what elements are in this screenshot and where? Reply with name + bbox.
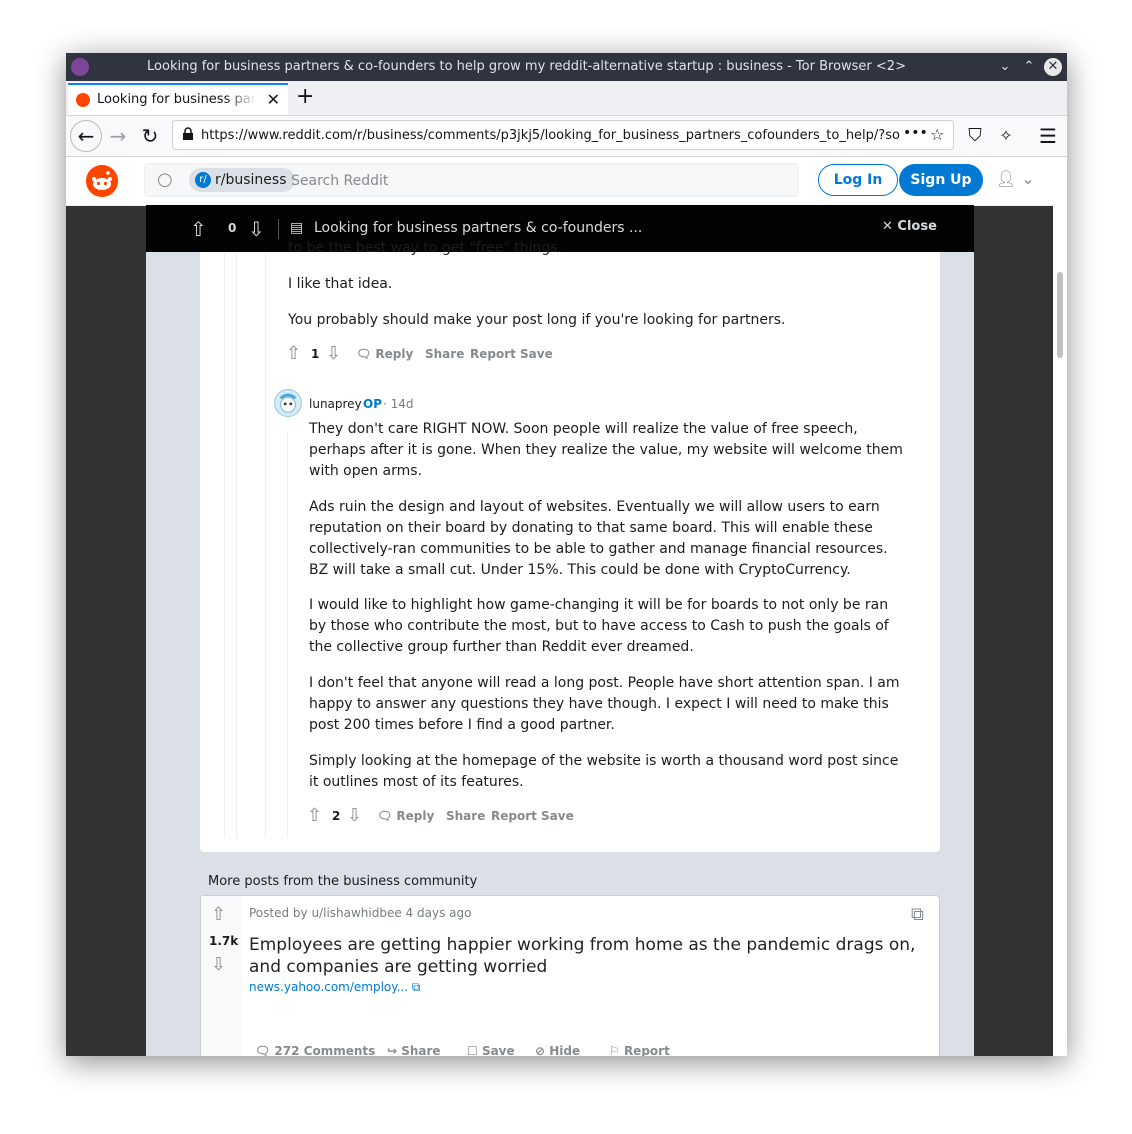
comment-cut-line: to be the best way to get "free" things. (288, 240, 563, 256)
save-button[interactable]: Save (541, 809, 574, 823)
search-box[interactable]: ○ r/ r/business Search Reddit (144, 163, 799, 197)
post-vote-count: 1.7k (209, 934, 239, 948)
comment-paragraph: Ads ruin the design and layout of websit… (309, 499, 888, 578)
share-button[interactable]: ↪ Share (387, 1044, 441, 1056)
post-text-icon: ▤ (290, 220, 304, 236)
downvote-icon[interactable]: ⇩ (347, 805, 362, 826)
community-icon: r/ (195, 172, 211, 188)
avatar[interactable] (274, 389, 302, 417)
comment-paragraph: You probably should make your post long … (288, 312, 786, 328)
recommended-post-title[interactable]: Employees are getting happier working fr… (249, 934, 929, 978)
save-button[interactable]: Save (520, 347, 553, 361)
thread-line[interactable] (287, 432, 288, 838)
report-button[interactable]: Report (491, 809, 537, 823)
downvote-icon[interactable]: ⇩ (248, 217, 265, 241)
forward-arrow-icon[interactable]: → (102, 120, 134, 152)
lock-icon (183, 127, 193, 140)
reddit-favicon-icon (76, 93, 90, 107)
navigation-bar: ← → ↻ https://www.reddit.com/r/business/… (66, 116, 1067, 157)
page-content: ○ r/ r/business Search Reddit Log In Sig… (66, 157, 1067, 1056)
comment-age[interactable]: · 14d (383, 397, 414, 411)
back-arrow-icon[interactable]: ← (70, 120, 102, 152)
post-title: Looking for business partners & co-found… (314, 220, 643, 236)
shield-icon[interactable]: ⛉ (959, 120, 991, 152)
share-button[interactable]: Share (446, 809, 485, 823)
comment-vote-count: 1 (311, 347, 320, 361)
thread-line[interactable] (224, 252, 225, 838)
community-chip-label: r/business (215, 172, 287, 188)
reddit-logo-icon[interactable] (86, 165, 118, 197)
report-button[interactable]: Report (470, 347, 516, 361)
post-link[interactable]: news.yahoo.com/employ... ⧉ (249, 980, 420, 995)
url-bar[interactable]: https://www.reddit.com/r/business/commen… (172, 120, 954, 150)
reload-icon[interactable]: ↻ (134, 120, 166, 152)
share-button[interactable]: Share (425, 347, 464, 361)
tab-strip: Looking for business partners & co-found… (66, 81, 1067, 116)
save-button[interactable]: ☐ Save (467, 1044, 515, 1056)
comment-paragraph: I like that idea. (288, 276, 393, 292)
url-text[interactable]: https://www.reddit.com/r/business/commen… (201, 128, 901, 143)
close-button[interactable]: ✕ Close (882, 219, 937, 234)
comment-paragraph: I would like to highlight how game-chang… (309, 597, 889, 655)
bookmark-star-icon[interactable]: ☆ (930, 125, 944, 144)
op-badge: OP (363, 397, 382, 411)
tab-label: Looking for business partners & co-found… (97, 92, 257, 107)
window-title: Looking for business partners & co-found… (147, 59, 906, 74)
comment-paragraph: They don't care RIGHT NOW. Soon people w… (309, 421, 903, 479)
comments-card: to be the best way to get "free" things.… (200, 240, 940, 852)
reddit-header: ○ r/ r/business Search Reddit Log In Sig… (66, 157, 1053, 206)
page-actions-icon[interactable]: ••• (903, 125, 928, 141)
search-icon: ○ (157, 169, 173, 190)
new-tab-button[interactable]: + (296, 84, 314, 109)
downvote-icon[interactable]: ⇩ (326, 343, 341, 364)
comment-paragraph: Simply looking at the homepage of the we… (309, 753, 899, 790)
comment-vote-count: 2 (332, 809, 341, 823)
reply-button[interactable]: 🗨︎ Reply (356, 347, 413, 361)
hamburger-menu-icon[interactable]: ☰ (1032, 120, 1064, 152)
post-vote-count: 0 (228, 221, 237, 235)
comment-paragraph: I don't feel that anyone will read a lon… (309, 675, 900, 733)
recommended-post-card[interactable]: ⇧ 1.7k ⇩ Posted by u/lishawhidbee 4 days… (200, 895, 940, 1056)
user-menu-icon[interactable]: 👤︎ ⌄ (996, 169, 1035, 188)
hide-button[interactable]: ⊘ Hide (535, 1044, 580, 1056)
upvote-icon[interactable]: ⇧ (190, 217, 207, 241)
window-close-icon[interactable]: ✕ (1044, 58, 1062, 76)
tab-close-icon[interactable]: ✕ (267, 90, 280, 109)
comment-username[interactable]: lunaprey (309, 397, 362, 411)
browser-window: Looking for business partners & co-found… (66, 53, 1067, 1056)
community-chip[interactable]: r/ r/business (189, 168, 295, 192)
close-label: Close (897, 219, 937, 234)
tor-browser-icon (71, 58, 89, 76)
posted-by[interactable]: Posted by u/lishawhidbee 4 days ago (249, 906, 471, 920)
reply-button[interactable]: 🗨︎ Reply (377, 809, 434, 823)
thread-line[interactable] (265, 252, 266, 838)
more-posts-heading: More posts from the business community (208, 874, 478, 889)
login-button[interactable]: Log In (818, 164, 898, 196)
divider (278, 219, 279, 239)
report-button[interactable]: ⚐ Report (609, 1044, 670, 1056)
scrollbar-thumb[interactable] (1057, 272, 1063, 358)
signup-button[interactable]: Sign Up (899, 164, 983, 196)
minimize-icon[interactable]: ⌄ (996, 58, 1014, 76)
title-bar: Looking for business partners & co-found… (66, 53, 1067, 81)
tab-reddit-post[interactable]: Looking for business partners & co-found… (68, 83, 288, 115)
vote-column: ⇧ 1.7k ⇩ (201, 896, 241, 1056)
search-placeholder[interactable]: Search Reddit (291, 173, 388, 189)
upvote-icon[interactable]: ⇧ (307, 805, 322, 826)
upvote-icon[interactable]: ⇧ (211, 904, 226, 925)
thread-line[interactable] (236, 252, 237, 838)
external-link-icon[interactable]: ⧉ (911, 904, 924, 925)
tor-circuit-icon[interactable]: ✧ (990, 120, 1022, 152)
comments-button[interactable]: 🗨︎ 272 Comments (255, 1044, 375, 1056)
downvote-icon[interactable]: ⇩ (211, 954, 226, 975)
upvote-icon[interactable]: ⇧ (286, 343, 301, 364)
post-overlay: ⇧ 0 ⇩ ▤ Looking for business partners & … (146, 205, 974, 1056)
maximize-icon[interactable]: ⌃ (1020, 58, 1038, 76)
